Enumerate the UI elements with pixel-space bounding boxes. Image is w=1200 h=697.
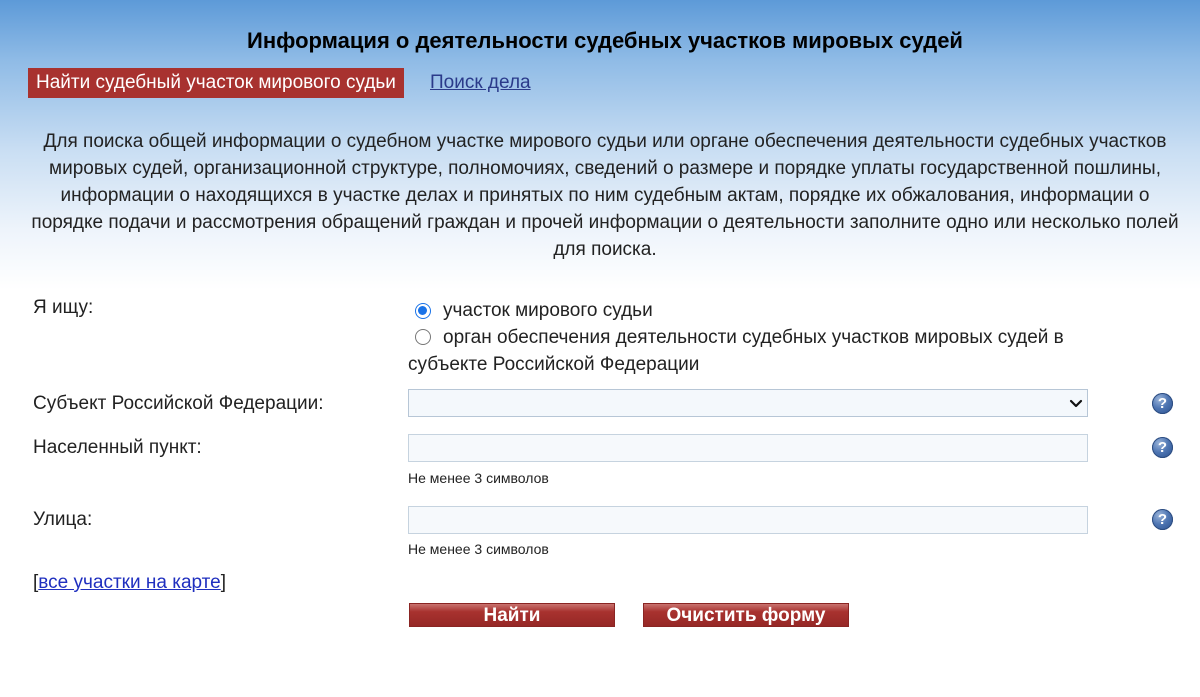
all-districts-map-link[interactable]: все участки на карте <box>38 572 220 593</box>
subject-label: Субъект Российской Федерации: <box>33 393 324 414</box>
subject-select[interactable] <box>408 389 1088 417</box>
street-label: Улица: <box>33 509 93 530</box>
radio-option-authority[interactable]: орган обеспечения деятельности судебных … <box>408 324 1108 378</box>
map-link-bracket-close: ] <box>220 572 227 593</box>
map-link-container: [все участки на карте] <box>33 572 226 594</box>
radio-district-label[interactable]: участок мирового судьи <box>443 297 653 324</box>
locality-hint: Не менее 3 символов <box>408 470 549 486</box>
locality-input[interactable] <box>408 434 1088 462</box>
intro-text: Для поиска общей информации о судебном у… <box>31 131 1179 260</box>
radio-option-district[interactable]: участок мирового судьи <box>408 297 1108 324</box>
radio-authority-label[interactable]: орган обеспечения деятельности судебных … <box>408 327 1064 375</box>
radio-authority-button[interactable] <box>415 329 431 345</box>
tab-case-search-link[interactable]: Поиск дела <box>430 72 531 94</box>
page-title: Информация о деятельности судебных участ… <box>247 28 963 53</box>
subject-help-icon[interactable]: ? <box>1152 393 1173 414</box>
locality-help-icon[interactable]: ? <box>1152 437 1173 458</box>
search-type-label: Я ищу: <box>33 297 94 318</box>
street-input[interactable] <box>408 506 1088 534</box>
tab-find-court-district[interactable]: Найти судебный участок мирового судьи <box>28 68 404 98</box>
street-help-icon[interactable]: ? <box>1152 509 1173 530</box>
radio-district-button[interactable] <box>415 302 431 319</box>
search-button[interactable]: Найти <box>409 603 615 627</box>
locality-label: Населенный пункт: <box>33 437 202 458</box>
chevron-down-icon <box>1069 399 1083 408</box>
clear-form-button[interactable]: Очистить форму <box>643 603 849 627</box>
street-hint: Не менее 3 символов <box>408 541 549 557</box>
search-type-radio-group: участок мирового судьи орган обеспечения… <box>408 297 1108 378</box>
